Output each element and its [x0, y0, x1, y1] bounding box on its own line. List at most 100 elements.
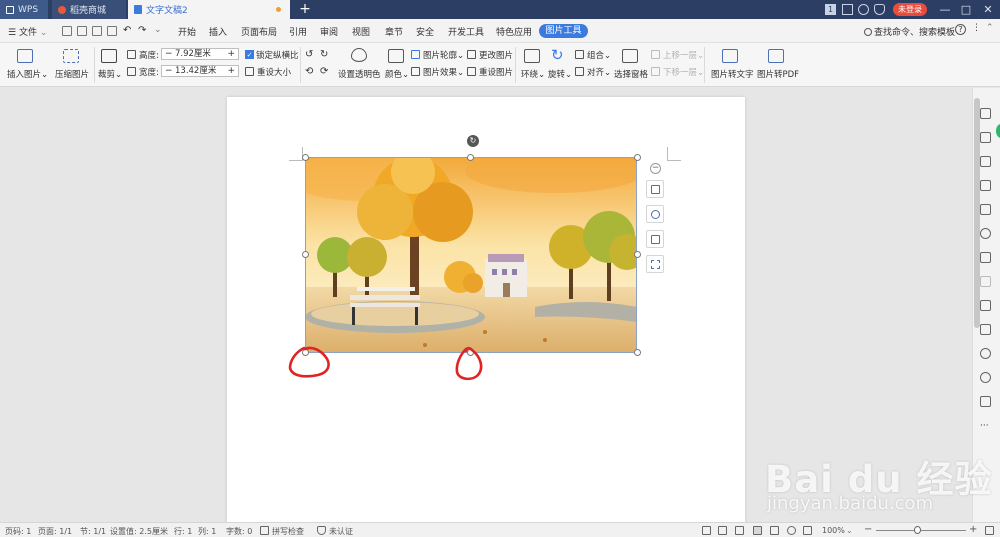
maximize-icon[interactable]: □: [957, 1, 975, 18]
tab-view[interactable]: 视图: [352, 25, 370, 38]
print-preview-icon[interactable]: [107, 26, 117, 36]
export-pdf-icon[interactable]: [77, 26, 87, 36]
status-set-value[interactable]: 设置值: 2.5厘米: [110, 526, 168, 537]
protect-eye-icon[interactable]: [718, 526, 727, 535]
collapse-ribbon-icon[interactable]: ⌃: [986, 23, 994, 33]
tab-wps-home[interactable]: WPS: [0, 0, 48, 19]
zoom-dropdown-icon[interactable]: ⌄: [846, 526, 853, 535]
group-button[interactable]: 组合⌄: [587, 49, 611, 61]
height-stepper[interactable]: − 7.92厘米 +: [161, 48, 239, 60]
tab-document[interactable]: 文字文稿2: [128, 0, 290, 19]
resize-handle-right[interactable]: [634, 251, 641, 258]
status-pages[interactable]: 页面: 1/1: [38, 526, 72, 537]
height-increase-button[interactable]: +: [227, 49, 235, 59]
crop-button[interactable]: 裁剪⌄: [98, 68, 122, 80]
resize-handle-top-right[interactable]: [634, 154, 641, 161]
collapse-toolbar-icon[interactable]: −: [650, 163, 661, 174]
picture-outline-button[interactable]: 图片轮廓⌄: [423, 49, 464, 61]
rotate-handle-icon[interactable]: ↻: [467, 135, 479, 147]
skin-icon[interactable]: [858, 4, 869, 15]
picture-border-button[interactable]: [646, 255, 664, 273]
zoom-in-button[interactable]: +: [969, 524, 977, 535]
reset-picture-button[interactable]: 重设图片: [479, 66, 513, 78]
resize-handle-top-left[interactable]: [302, 154, 309, 161]
wrap-button[interactable]: 环绕⌄: [521, 68, 545, 80]
tab-references[interactable]: 引用: [289, 25, 307, 38]
spell-check-button[interactable]: 拼写检查: [272, 526, 304, 537]
reset-size-icon[interactable]: [245, 67, 254, 76]
document-page[interactable]: ↻ −: [227, 97, 745, 522]
rotate-right-icon[interactable]: ↻: [320, 49, 328, 60]
lock-ratio-label[interactable]: 锁定纵横比: [256, 49, 299, 61]
height-decrease-button[interactable]: −: [165, 49, 173, 59]
new-tab-button[interactable]: +: [297, 1, 313, 18]
help-icon[interactable]: ?: [955, 24, 966, 35]
tab-home[interactable]: 开始: [178, 25, 196, 38]
align-icon[interactable]: [575, 67, 584, 76]
read-mode-icon[interactable]: [803, 526, 812, 535]
status-page-number[interactable]: 页码: 1: [5, 526, 31, 537]
file-menu[interactable]: ☰ 文件 ⌄: [8, 25, 47, 38]
resize-handle-top[interactable]: [467, 154, 474, 161]
fullscreen-icon[interactable]: [985, 526, 994, 535]
flip-horizontal-icon[interactable]: ⟲: [305, 66, 313, 77]
resize-handle-left[interactable]: [302, 251, 309, 258]
resize-handle-bottom-right[interactable]: [634, 349, 641, 356]
command-search[interactable]: 查找命令、搜索模板: [864, 25, 955, 38]
resize-handle-bottom[interactable]: [467, 349, 474, 356]
auth-status[interactable]: 未认证: [329, 526, 353, 537]
align-button[interactable]: 对齐⌄: [587, 66, 611, 78]
compress-picture-button[interactable]: 压缩图片: [55, 68, 89, 80]
minimize-icon[interactable]: —: [936, 1, 954, 18]
page-view-icon[interactable]: [753, 526, 762, 535]
flip-vertical-icon[interactable]: ⟳: [320, 66, 328, 77]
wrap-icon[interactable]: [524, 49, 540, 63]
zoom-slider[interactable]: [876, 530, 966, 531]
tab-docer-store[interactable]: 稻壳商城: [52, 0, 126, 19]
vertical-scroll-thumb[interactable]: [974, 98, 980, 328]
login-button[interactable]: 未登录: [893, 3, 927, 16]
status-section[interactable]: 节: 1/1: [80, 526, 106, 537]
tab-security[interactable]: 安全: [416, 25, 434, 38]
height-value[interactable]: 7.92厘米: [175, 49, 211, 59]
rotate-button[interactable]: 旋转⌄: [548, 68, 572, 80]
layout-options-button[interactable]: [646, 180, 664, 198]
tab-page-layout[interactable]: 页面布局: [241, 25, 277, 38]
web-view-icon[interactable]: [787, 526, 796, 535]
tab-insert[interactable]: 插入: [209, 25, 227, 38]
rotate-icon[interactable]: ↻: [551, 46, 564, 64]
group-icon[interactable]: [575, 50, 584, 59]
spell-check-icon[interactable]: [260, 526, 269, 535]
autumn-landscape-picture[interactable]: [305, 157, 637, 353]
set-transparent-button[interactable]: 设置透明色: [338, 68, 381, 80]
more-options-icon[interactable]: ⋮: [972, 23, 981, 33]
undo-icon[interactable]: ↶: [123, 25, 131, 36]
lock-ratio-checkbox[interactable]: ✓: [245, 50, 254, 59]
picture-to-pdf-button[interactable]: 图片转PDF: [757, 68, 799, 80]
layout-icon[interactable]: [842, 4, 853, 15]
reset-picture-icon[interactable]: [467, 67, 476, 76]
zoom-out-button[interactable]: −: [864, 524, 872, 535]
shirt-icon[interactable]: [874, 4, 885, 15]
transparent-color-icon[interactable]: [351, 48, 367, 62]
width-increase-button[interactable]: +: [227, 66, 235, 76]
tab-developer[interactable]: 开发工具: [448, 25, 484, 38]
quick-crop-button[interactable]: [646, 230, 664, 248]
status-word-count[interactable]: 字数: 0: [226, 526, 252, 537]
close-icon[interactable]: ✕: [979, 1, 997, 18]
zoom-slider-knob[interactable]: [914, 526, 921, 534]
tab-review[interactable]: 审阅: [320, 25, 338, 38]
insert-picture-button[interactable]: 插入图片⌄: [7, 68, 48, 80]
width-value[interactable]: 13.42厘米: [175, 66, 216, 76]
color-button[interactable]: 颜色⌄: [385, 68, 409, 80]
print-icon[interactable]: [92, 26, 102, 36]
picture-outline-icon[interactable]: [411, 50, 420, 59]
color-icon[interactable]: [388, 49, 404, 63]
picture-effect-button[interactable]: 图片效果⌄: [423, 66, 464, 78]
status-column[interactable]: 列: 1: [198, 526, 216, 537]
selection-pane-icon[interactable]: [622, 49, 638, 63]
width-stepper[interactable]: − 13.42厘米 +: [161, 65, 239, 77]
selection-pane-button[interactable]: 选择窗格: [614, 68, 648, 80]
picture-effect-icon[interactable]: [411, 67, 420, 76]
picture-to-text-button[interactable]: 图片转文字: [711, 68, 754, 80]
